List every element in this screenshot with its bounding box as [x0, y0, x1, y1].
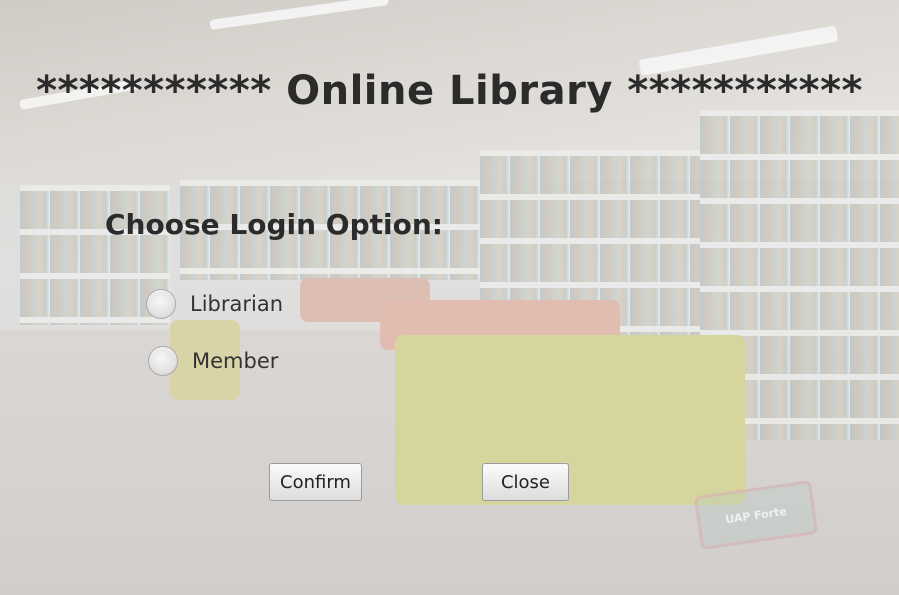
- login-option-heading: Choose Login Option:: [105, 208, 443, 241]
- confirm-button[interactable]: Confirm: [269, 463, 362, 501]
- radio-option-member[interactable]: Member: [148, 346, 278, 376]
- radio-label-member: Member: [192, 349, 279, 373]
- close-button[interactable]: Close: [482, 463, 569, 501]
- page-title: *********** Online Library ***********: [36, 68, 863, 114]
- radio-button-member[interactable]: [148, 346, 178, 376]
- radio-option-librarian[interactable]: Librarian: [146, 289, 283, 319]
- radio-label-librarian: Librarian: [190, 292, 284, 316]
- radio-button-librarian[interactable]: [146, 289, 176, 319]
